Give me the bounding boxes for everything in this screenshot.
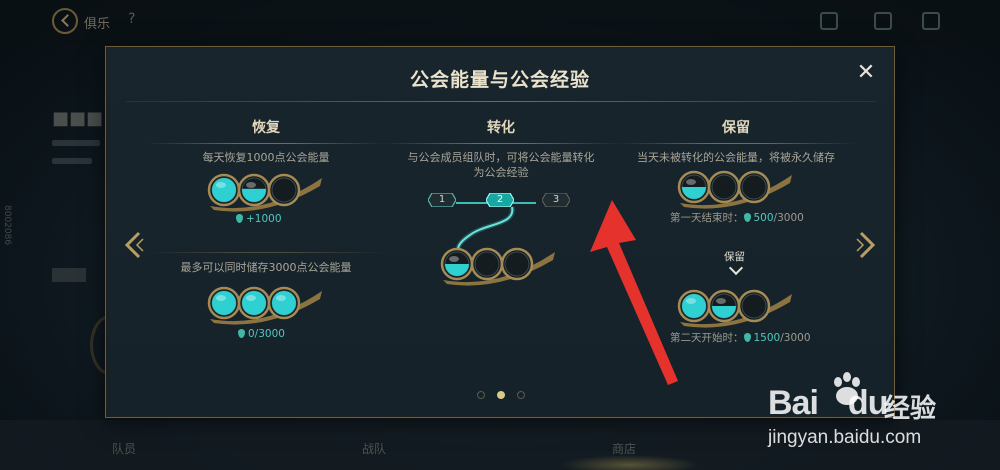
energy-orb bbox=[737, 170, 771, 204]
recover-stat-bottom: 0/3000 bbox=[238, 328, 285, 340]
prev-page-arrow[interactable] bbox=[122, 230, 146, 260]
next-page-arrow[interactable] bbox=[854, 230, 878, 260]
close-button[interactable]: ✕ bbox=[856, 62, 876, 84]
energy-orb bbox=[267, 173, 301, 207]
watermark-cn-text: 经验 bbox=[884, 394, 937, 424]
background-info-line bbox=[52, 140, 100, 146]
chat-icon[interactable] bbox=[874, 12, 892, 30]
energy-orb bbox=[237, 173, 271, 207]
convert-heading: 转化 bbox=[487, 120, 515, 136]
energy-drop-icon bbox=[236, 214, 243, 223]
background-guild-name: ■■■ bbox=[52, 108, 104, 129]
orb-row-keep-day1 bbox=[676, 169, 796, 209]
energy-orb bbox=[677, 170, 711, 204]
watermark-url: jingyan.baidu.com bbox=[768, 427, 922, 448]
mail-icon[interactable] bbox=[820, 12, 838, 30]
convert-desc: 与公会成员组队时，可将公会能量转化为公会经验 bbox=[407, 151, 595, 179]
energy-orb bbox=[440, 247, 474, 281]
energy-orb bbox=[237, 286, 271, 320]
modal-title: 公会能量与公会经验 bbox=[409, 69, 590, 91]
convert-heading-rule bbox=[381, 143, 621, 144]
background-top-bar bbox=[0, 0, 1000, 44]
pagination-dots bbox=[477, 390, 525, 400]
page-dot-3[interactable] bbox=[517, 391, 525, 399]
watermark-logo-text: Bai du bbox=[768, 384, 888, 422]
orb-row-recover-bottom bbox=[206, 285, 326, 325]
keep-heading: 保留 bbox=[722, 120, 750, 136]
guild-energy-modal: 公会能量与公会经验 ✕ 恢复 每天恢复1000点公会能量 +1000 最多可以同… bbox=[105, 46, 895, 418]
step-3-badge: 3 bbox=[542, 193, 570, 207]
keep-column: 保留 当天未被转化的公会能量，将被永久储存 bbox=[616, 117, 856, 165]
recover-heading-rule bbox=[146, 143, 386, 144]
recover-desc-top: 每天恢复1000点公会能量 bbox=[202, 151, 330, 164]
energy-drop-icon bbox=[238, 329, 245, 338]
title-divider bbox=[126, 101, 876, 102]
energy-orb bbox=[470, 247, 504, 281]
energy-orb bbox=[737, 289, 771, 323]
energy-orb bbox=[207, 286, 241, 320]
energy-orb bbox=[500, 247, 534, 281]
baidu-paw-icon bbox=[834, 372, 860, 405]
orb-row-recover-top bbox=[206, 172, 326, 212]
background-id-text: 8002086 bbox=[2, 205, 12, 246]
background-tag bbox=[52, 268, 86, 282]
energy-orb bbox=[707, 289, 741, 323]
background-page-title: 俱乐 bbox=[84, 17, 111, 32]
recover-desc-bottom: 最多可以同时储存3000点公会能量 bbox=[180, 261, 352, 274]
recover-sub-divider bbox=[146, 252, 386, 253]
recover-heading: 恢复 bbox=[252, 120, 280, 136]
recover-column: 恢复 每天恢复1000点公会能量 bbox=[146, 117, 386, 165]
convert-column: 转化 与公会成员组队时，可将公会能量转化为公会经验 bbox=[381, 117, 621, 180]
page-dot-1[interactable] bbox=[477, 391, 485, 399]
background-info-line bbox=[52, 158, 92, 164]
orb-row-keep-day2 bbox=[676, 288, 796, 328]
page-dot-2[interactable] bbox=[497, 391, 505, 399]
orb-row-convert bbox=[439, 246, 559, 286]
keep-desc: 当天未被转化的公会能量，将被永久储存 bbox=[637, 151, 835, 164]
bottom-tab-team[interactable]: 战队 bbox=[362, 440, 386, 457]
keep-stat-day2: 第二天开始时： 1500/3000 bbox=[670, 332, 811, 344]
energy-drop-icon bbox=[743, 213, 751, 222]
energy-orb bbox=[707, 170, 741, 204]
settings-icon[interactable] bbox=[922, 12, 940, 30]
energy-orb bbox=[267, 286, 301, 320]
energy-orb bbox=[207, 173, 241, 207]
annotation-arrow-icon bbox=[590, 200, 678, 385]
baidu-watermark: Bai du 经验 jingyan.baidu.com bbox=[768, 372, 1000, 470]
back-button[interactable] bbox=[52, 8, 78, 34]
recover-stat-top: +1000 bbox=[236, 213, 282, 225]
keep-stat-day1: 第一天结束时： 500/3000 bbox=[670, 212, 804, 224]
keep-heading-rule bbox=[616, 143, 856, 144]
background-glow bbox=[560, 455, 700, 470]
help-icon[interactable]: ? bbox=[128, 11, 135, 27]
bottom-tab-members[interactable]: 队员 bbox=[112, 440, 136, 457]
energy-drop-icon bbox=[743, 333, 751, 342]
